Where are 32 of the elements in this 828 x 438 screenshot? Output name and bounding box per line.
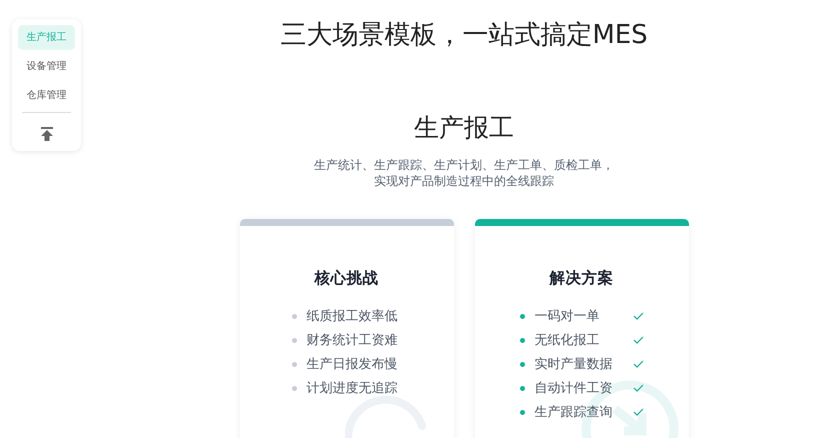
check-icon (632, 312, 644, 320)
check-icon (632, 384, 644, 392)
bullet-icon (292, 362, 296, 367)
list-item-text: 生产跟踪查询 (534, 404, 612, 422)
check-icon (632, 336, 644, 344)
description-line: 生产统计、生产跟踪、生产计划、生产工单、质检工单， (313, 157, 615, 174)
sidebar-item[interactable]: 设备管理 (18, 54, 75, 79)
list-item-text: 纸质报工效率低 (306, 308, 398, 326)
list-item-text: 一码对一单 (534, 308, 600, 326)
list-item-text: 生产日报发布慢 (306, 356, 398, 374)
back-to-top-icon[interactable] (40, 126, 54, 141)
card-title: 解决方案 (548, 268, 614, 290)
sidebar-item[interactable]: 仓库管理 (18, 83, 75, 108)
bullet-icon (520, 314, 524, 319)
list-item-text: 计划进度无追踪 (306, 380, 398, 398)
list-item-text: 无纸化报工 (534, 332, 600, 350)
bullet-icon (292, 314, 296, 319)
card-title: 核心挑战 (313, 268, 380, 290)
bullet-icon (292, 338, 296, 343)
bullet-icon (520, 362, 524, 367)
section-title: 生产报工 (413, 113, 515, 144)
check-icon (632, 408, 644, 416)
list-item-text: 实时产量数据 (534, 356, 612, 374)
description-line: 实现对产品制造过程中的全线跟踪 (373, 173, 555, 190)
list-item-text: 财务统计工资难 (306, 332, 398, 350)
page-heading: 三大场景模板，一站式搞定MES (279, 20, 649, 52)
list-item-text: 自动计件工资 (534, 380, 612, 398)
bullet-icon (520, 410, 524, 415)
bullet-icon (520, 338, 524, 343)
bullet-icon (520, 386, 524, 391)
bullet-icon (292, 386, 296, 391)
check-icon (632, 360, 644, 368)
